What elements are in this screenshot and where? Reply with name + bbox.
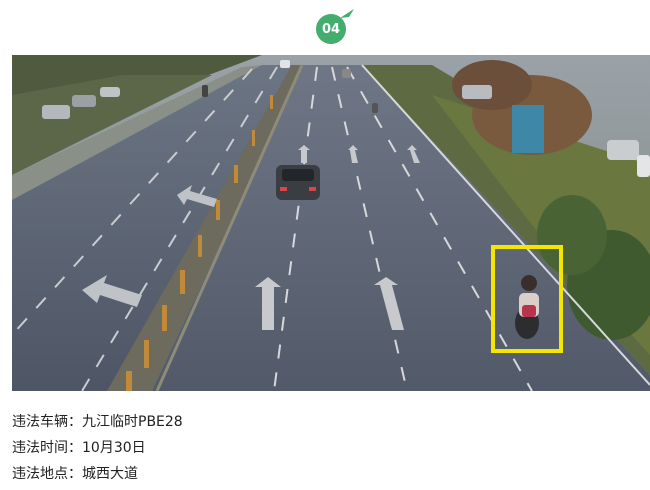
violation-vehicle-row: 违法车辆：九江临时PBE28 [12, 409, 183, 435]
violation-location-row: 违法地点：城西大道 [12, 461, 183, 487]
violation-vehicle-value: 九江临时PBE28 [82, 414, 183, 430]
violation-time-label: 违法时间： [12, 440, 82, 456]
violation-vehicle-label: 违法车辆： [12, 414, 82, 430]
traffic-violation-photo [12, 55, 650, 391]
violation-time-row: 违法时间：10月30日 [12, 435, 183, 461]
violation-location-value: 城西大道 [82, 466, 138, 482]
sedan-car [276, 165, 320, 200]
violation-info: 违法车辆：九江临时PBE28 违法时间：10月30日 违法地点：城西大道 [12, 409, 183, 487]
badge-tail-icon [340, 9, 354, 18]
violation-time-value: 10月30日 [82, 440, 146, 456]
section-number-badge: 04 [316, 9, 356, 44]
violation-location-label: 违法地点： [12, 466, 82, 482]
